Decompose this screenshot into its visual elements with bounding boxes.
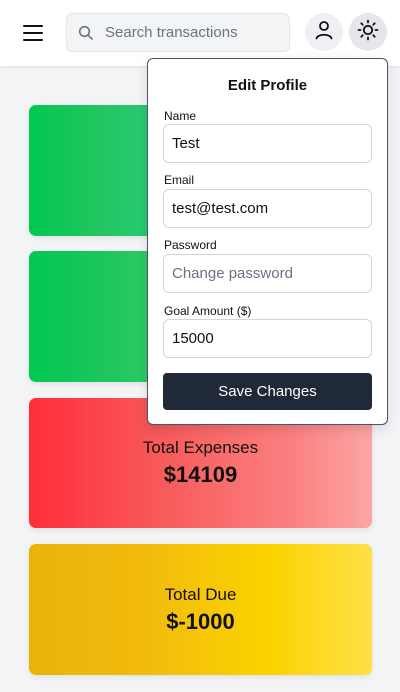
- profile-button[interactable]: [305, 13, 343, 51]
- email-label: Email: [164, 173, 195, 187]
- password-field[interactable]: [163, 254, 372, 293]
- card-value: $-1000: [166, 608, 235, 634]
- theme-toggle-button[interactable]: [349, 13, 387, 51]
- save-changes-button[interactable]: Save Changes: [163, 373, 372, 410]
- card-value: $14109: [163, 462, 238, 487]
- card-label: Total Expenses: [142, 438, 259, 457]
- email-field[interactable]: [163, 189, 372, 228]
- card-label: Total Due: [164, 584, 237, 604]
- search-input[interactable]: [105, 24, 285, 41]
- user-icon: [313, 19, 335, 46]
- search-icon: [67, 13, 105, 52]
- menu-icon-line: [23, 32, 43, 34]
- edit-profile-popover: Edit Profile Name Email Password Goal Am…: [147, 58, 388, 425]
- sun-icon: [357, 19, 379, 46]
- search-bar[interactable]: [66, 13, 290, 52]
- top-app-bar: [0, 0, 400, 66]
- password-label: Password: [164, 238, 217, 252]
- menu-button[interactable]: [18, 18, 48, 48]
- menu-icon: [23, 25, 43, 27]
- total-due-card: Total Due $-1000: [29, 544, 372, 675]
- popover-title: Edit Profile: [227, 77, 308, 94]
- name-field[interactable]: [163, 124, 372, 163]
- goal-amount-label: Goal Amount ($): [164, 304, 252, 318]
- name-label: Name: [164, 109, 197, 123]
- menu-icon-line: [23, 39, 43, 41]
- goal-amount-field[interactable]: [163, 319, 372, 358]
